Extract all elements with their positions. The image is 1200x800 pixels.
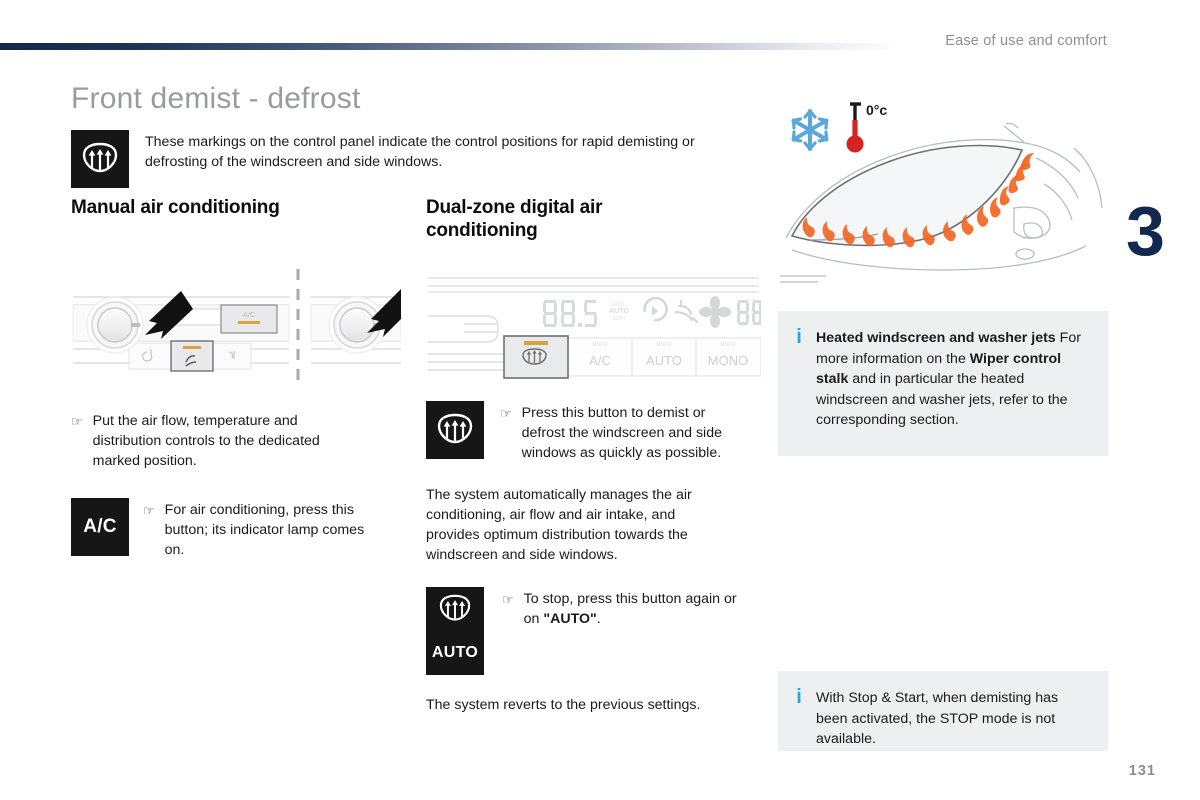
manual-step-2-text: For air conditioning, press this button;… — [164, 502, 365, 558]
demist-defrost-icon — [426, 401, 484, 459]
dual-zone-paragraph-1: The system automatically manages the air… — [426, 487, 692, 563]
hand-bullet-icon: ☞ — [500, 406, 512, 421]
info-icon: i — [796, 686, 802, 708]
intro-block: These markings on the control panel indi… — [71, 130, 771, 188]
info-box-stop-start: i With Stop & Start, when demisting has … — [778, 671, 1108, 751]
info-box-title: Heated windscreen and washer jets — [816, 330, 1056, 346]
chapter-number-badge: 3 — [1126, 192, 1165, 270]
info-box-heated-windscreen: i Heated windscreen and washer jets For … — [778, 311, 1108, 456]
info-icon: i — [796, 326, 802, 348]
header-section-title: Ease of use and comfort — [945, 33, 1107, 49]
svg-text:A/C: A/C — [243, 312, 255, 319]
heading-manual-air-conditioning: Manual air conditioning — [71, 197, 280, 218]
info-box-stop-start-text: With Stop & Start, when demisting has be… — [816, 690, 1059, 747]
intro-text: These markings on the control panel indi… — [145, 134, 695, 170]
dual-zone-paragraph-2: The system reverts to the previous setti… — [426, 697, 701, 713]
column-right: 0°c i Heated windscreen and washer jets … — [778, 88, 1108, 751]
auto-button-icon: AUTO — [426, 630, 484, 675]
dual-zone-climate-control-panel-illustration: FAST AUTO SOFT MODE A/C MODE AUTO MODE M… — [426, 270, 762, 380]
column-dual-zone-air-conditioning: Dual-zone digital air conditioning FAST … — [426, 196, 762, 715]
heading-dual-zone: Dual-zone digital air conditioning — [426, 197, 603, 241]
hand-bullet-icon: ☞ — [502, 592, 514, 607]
ac-button-icon: A/C — [71, 498, 129, 556]
heated-windscreen-illustration: 0°c — [778, 88, 1108, 293]
temperature-label: 0°c — [866, 102, 887, 118]
demist-defrost-icon — [71, 130, 129, 188]
svg-text:AUTO: AUTO — [609, 308, 629, 315]
dual-zone-step-2: AUTO ☞ To stop, press this button again … — [426, 587, 761, 675]
manual-step-1-text: Put the air flow, temperature and distri… — [92, 413, 320, 469]
svg-text:A/C: A/C — [589, 353, 611, 368]
svg-text:MODE: MODE — [657, 342, 673, 348]
dual-zone-step-1: ☞ Press this button to demist or defrost… — [426, 401, 761, 463]
page-title: Front demist - defrost — [71, 82, 361, 115]
demist-defrost-icon — [426, 587, 484, 630]
svg-text:MODE: MODE — [721, 342, 737, 348]
svg-text:MODE: MODE — [593, 342, 609, 348]
manual-climate-control-panel-illustration: A/C — [71, 267, 402, 387]
svg-text:SOFT: SOFT — [612, 316, 625, 322]
hand-bullet-icon: ☞ — [143, 503, 155, 518]
manual-page: Ease of use and comfort 3 131 Front demi… — [0, 0, 1200, 800]
info-box-heated-windscreen-body: Heated windscreen and washer jets For mo… — [816, 330, 1081, 428]
dual-zone-step-2-text: To stop, press this button again or on "… — [523, 591, 737, 627]
hand-bullet-icon: ☞ — [71, 414, 83, 429]
page-number: 131 — [1128, 763, 1156, 779]
dual-zone-step-1-text: Press this button to demist or defrost t… — [521, 405, 722, 461]
svg-text:AUTO: AUTO — [646, 353, 682, 368]
svg-text:MONO: MONO — [708, 353, 748, 368]
column-manual-air-conditioning: Manual air conditioning A/C ☞ Put the ai… — [71, 196, 402, 560]
manual-step-2: A/C ☞ For air conditioning, press this b… — [71, 498, 401, 560]
manual-step-1: ☞ Put the air flow, temperature and dist… — [71, 411, 401, 471]
header-gradient-rule — [0, 43, 905, 50]
